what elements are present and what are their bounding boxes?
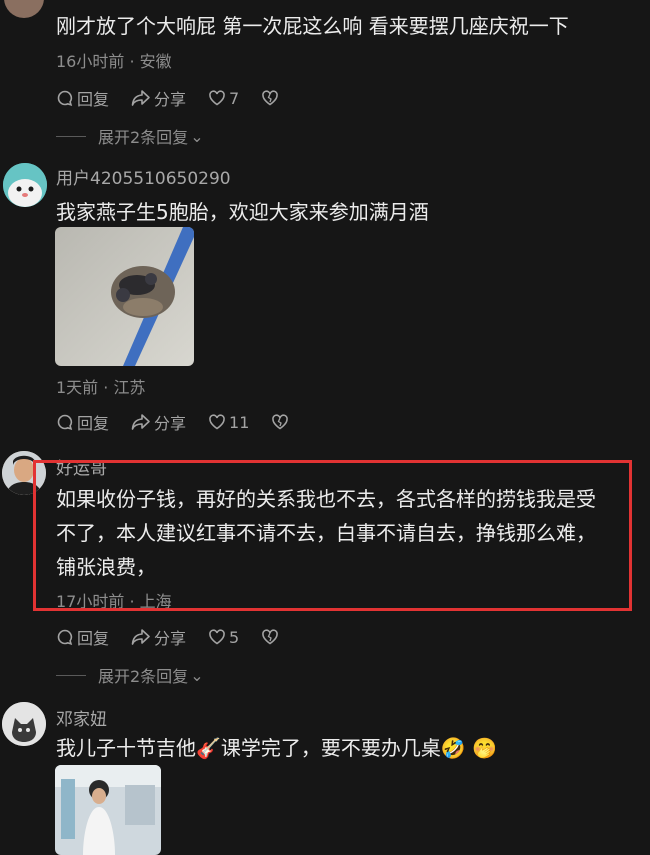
share-button[interactable]: 分享	[131, 86, 186, 110]
comment-time: 16小时前	[56, 52, 125, 71]
chevron-down-icon: ⌄	[190, 126, 204, 146]
reply-icon	[57, 414, 73, 430]
broken-heart-icon	[262, 90, 279, 106]
avatar[interactable]	[4, 0, 44, 18]
divider	[56, 674, 86, 676]
share-label: 分享	[154, 90, 187, 109]
reply-label: 回复	[77, 90, 110, 109]
broken-heart-icon	[262, 629, 279, 645]
share-icon	[131, 629, 150, 645]
reply-button[interactable]: 回复	[56, 86, 109, 110]
comment-actions: 回复 分享 5	[56, 625, 304, 649]
share-button[interactable]: 分享	[131, 625, 186, 649]
swallow-nest-photo	[55, 227, 194, 366]
heart-icon	[209, 414, 225, 430]
like-count: 5	[229, 627, 240, 647]
like-button[interactable]: 5	[208, 628, 239, 647]
like-count: 11	[229, 412, 250, 432]
expand-label: 展开2条回复	[98, 128, 189, 147]
cartoon-avatar-icon	[3, 163, 47, 207]
comment-meta: 16小时前 · 安徽	[56, 48, 172, 72]
share-icon	[131, 414, 150, 430]
comment-actions: 回复 分享 7	[56, 86, 304, 110]
reply-button[interactable]: 回复	[56, 625, 109, 649]
comment-username[interactable]: 邓家妞	[56, 705, 107, 730]
boy-guitar-photo	[55, 765, 161, 855]
comment-location: 江苏	[113, 378, 146, 397]
reply-icon	[57, 90, 73, 106]
highlight-box	[33, 460, 632, 611]
comment-meta: 1天前 · 江苏	[56, 374, 145, 398]
reply-icon	[57, 629, 73, 645]
share-label: 分享	[154, 629, 187, 648]
dislike-button[interactable]	[261, 628, 282, 646]
expand-label: 展开2条回复	[98, 667, 189, 686]
expand-replies[interactable]: 展开2条回复 ⌄	[56, 663, 204, 687]
share-label: 分享	[154, 414, 187, 433]
comment-time: 1天前	[56, 378, 99, 397]
comment-location: 安徽	[139, 52, 172, 71]
comment-image[interactable]	[55, 765, 161, 855]
meta-separator: ·	[103, 378, 109, 397]
comment-actions: 回复 分享 11	[56, 410, 314, 434]
chevron-down-icon: ⌄	[190, 665, 204, 685]
meta-separator: ·	[129, 52, 135, 71]
heart-icon	[209, 90, 225, 106]
dislike-button[interactable]	[261, 89, 282, 107]
comment-text: 我儿子十节吉他🎸课学完了，要不要办几桌🤣 🤭	[56, 736, 498, 760]
comment-text: 刚才放了个大响屁 第一次屁这么响 看来要摆几座庆祝一下	[56, 14, 569, 38]
dislike-button[interactable]	[271, 413, 292, 431]
reply-button[interactable]: 回复	[56, 410, 109, 434]
comment-text: 我家燕子生5胞胎，欢迎大家来参加满月酒	[56, 200, 429, 224]
divider	[56, 135, 86, 137]
like-button[interactable]: 7	[208, 89, 239, 108]
cat-avatar-icon	[2, 702, 46, 746]
heart-icon	[209, 629, 225, 645]
comment-image[interactable]	[55, 227, 194, 366]
avatar[interactable]	[3, 163, 47, 207]
avatar[interactable]	[2, 702, 46, 746]
share-button[interactable]: 分享	[131, 410, 186, 434]
broken-heart-icon	[272, 414, 289, 430]
reply-label: 回复	[77, 414, 110, 433]
share-icon	[131, 90, 150, 106]
like-count: 7	[229, 88, 240, 108]
expand-replies[interactable]: 展开2条回复 ⌄	[56, 124, 204, 148]
like-button[interactable]: 11	[208, 413, 249, 432]
comment-username[interactable]: 用户4205510650290	[56, 164, 231, 189]
reply-label: 回复	[77, 629, 110, 648]
